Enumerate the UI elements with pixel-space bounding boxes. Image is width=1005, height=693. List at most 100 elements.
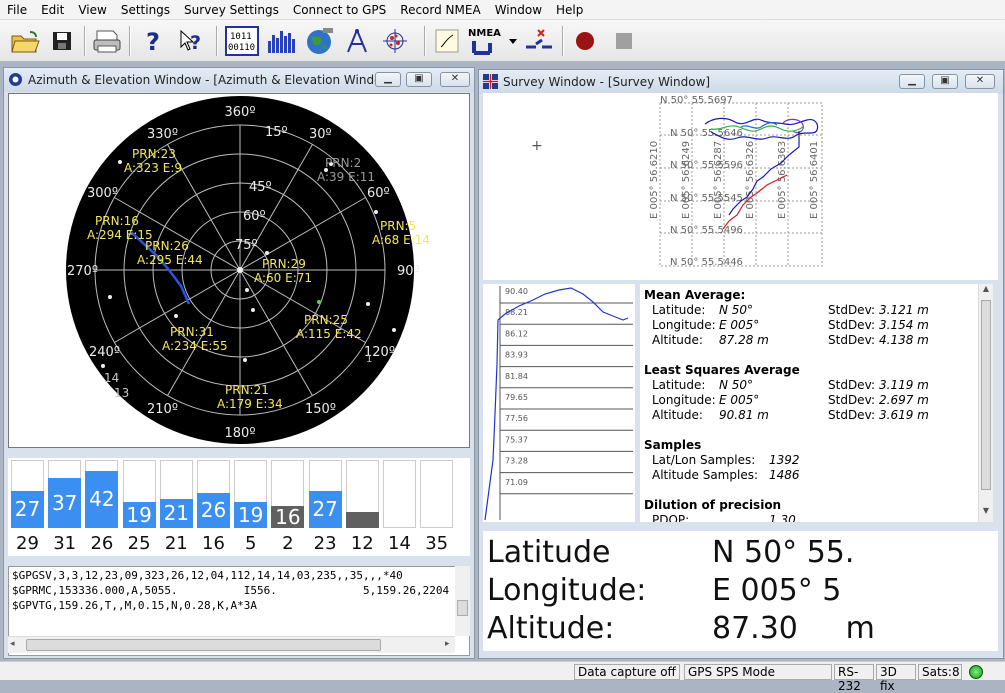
satellite-prn-label: PRN:23 [132, 147, 176, 161]
least-squares-heading: Least Squares Average [644, 363, 800, 377]
azimuth-window-icon [9, 73, 22, 86]
az-label-30: 30º [309, 127, 332, 142]
big-altitude-label: Altitude: [487, 611, 615, 646]
scroll-left-icon[interactable]: ◂ [10, 639, 20, 651]
lon-grid-label: E 005° 56.6326 [745, 141, 756, 219]
satellite-az-el-label: A:68 E:14 [372, 233, 430, 247]
open-folder-icon[interactable] [8, 24, 42, 58]
stop-button[interactable] [607, 24, 641, 58]
mean-lon-value: E 005° [719, 318, 760, 332]
svg-text:?: ? [190, 32, 201, 54]
scroll-up-icon[interactable]: ▲ [979, 284, 993, 298]
ls-lat-label: Latitude: [652, 378, 706, 392]
altitude-tick-label: 83.93 [505, 351, 528, 360]
azimuth-window-title: Azimuth & Elevation Window - [Azimuth & … [28, 73, 396, 87]
sky-plot: 360º 90º 180º 270º 15º 30º 60º 120º 150º… [8, 93, 470, 448]
el-label-60: 60º [243, 209, 266, 224]
satellite-prn-label: PRN:16 [95, 214, 139, 228]
stats-scroll-thumb[interactable] [981, 300, 991, 490]
scroll-right-icon[interactable]: ▸ [445, 639, 455, 651]
el-label-75: 75º [235, 238, 258, 253]
az-label-240: 240º [89, 345, 120, 360]
satellite-az-el-label: A:115 E:42 [296, 327, 362, 341]
az-label-270: 270º [67, 264, 98, 279]
target-plot-icon[interactable] [378, 24, 412, 58]
globe-satellite-icon[interactable] [302, 24, 336, 58]
satellite-az-el-label: A:295 E:44 [137, 253, 203, 267]
el-label-45: 45º [249, 180, 272, 195]
ls-alt-stddev: 3.619 m [879, 408, 929, 422]
fix-indicator-icon [969, 665, 983, 679]
record-button[interactable] [568, 24, 602, 58]
snr-prn-label: 21 [164, 533, 188, 554]
mean-alt-value: 87.28 m [719, 333, 769, 347]
status-sats: Sats:8 [918, 664, 962, 680]
lon-grid-label: E 005° 56.6363 [777, 141, 788, 219]
scroll-down-icon[interactable]: ▼ [979, 506, 993, 520]
nmea-vertical-scrollbar[interactable] [455, 566, 470, 636]
az-label-300: 300º [87, 186, 118, 201]
menu-edit[interactable]: Edit [34, 0, 71, 20]
big-longitude-value: E 005° 5 [712, 573, 842, 608]
signal-bars-icon[interactable] [264, 24, 298, 58]
survey-close-button[interactable]: ✕ [965, 74, 995, 89]
compass-tool-icon[interactable] [340, 24, 374, 58]
snr-bar: 42 [85, 471, 119, 528]
binary-data-icon[interactable]: 1011 00110 [224, 24, 260, 58]
mean-lat-stddev: 3.121 m [879, 303, 929, 317]
az-label-15: 15º [265, 125, 288, 140]
menu-connect-to-gps[interactable]: Connect to GPS [286, 0, 393, 20]
lon-grid-label: E 005° 56.6210 [649, 141, 660, 219]
snr-bar: 16 [271, 506, 305, 528]
az-label-330: 330º [147, 127, 178, 142]
altitude-samples-label: Altitude Samples: [652, 468, 758, 482]
nmea-connect-button[interactable]: NMEA [466, 24, 508, 58]
status-gps-mode: GPS SPS Mode [684, 664, 832, 680]
altitude-samples-value: 1486 [769, 468, 800, 482]
snr-bar: 37 [48, 478, 82, 528]
snr-bar: 19 [122, 502, 156, 528]
pen-tool-icon[interactable] [430, 24, 464, 58]
nmea-horizontal-scrollbar[interactable]: ◂ ▸ [8, 636, 455, 653]
survey-restore-button[interactable]: ▣ [932, 74, 958, 89]
stats-scrollbar[interactable]: ▲ ▼ [978, 284, 993, 522]
menu-file[interactable]: File [0, 0, 34, 20]
snr-prn-label: 12 [350, 533, 374, 554]
big-longitude-label: Longitude: [487, 573, 647, 608]
nmea-vscroll-thumb[interactable] [457, 600, 468, 616]
dropdown-arrow-icon[interactable] [506, 24, 520, 58]
minimize-button[interactable]: ▁ [375, 72, 401, 87]
disconnect-icon[interactable] [522, 24, 556, 58]
snr-bar: 21 [159, 499, 193, 528]
menu-window[interactable]: Window [488, 0, 549, 20]
context-help-icon[interactable]: ? [174, 24, 208, 58]
latlon-samples-label: Lat/Lon Samples: [652, 453, 756, 467]
nmea-scroll-thumb[interactable] [26, 639, 381, 651]
menu-survey-settings[interactable]: Survey Settings [177, 0, 286, 20]
dop-heading: Dilution of precision [644, 498, 782, 512]
save-icon[interactable] [45, 24, 79, 58]
help-icon[interactable]: ? [136, 24, 170, 58]
azimuth-window-titlebar[interactable]: Azimuth & Elevation Window - [Azimuth & … [4, 68, 474, 92]
ls-alt-label: Altitude: [652, 408, 703, 422]
satellite-prn-label: PRN:2 [325, 156, 361, 170]
mean-alt-label: Altitude: [652, 333, 703, 347]
lon-grid-label: E 005° 56.6249 [681, 141, 692, 219]
big-latitude-value: N 50° 55. [712, 535, 855, 570]
snr-prn-label: 35 [425, 533, 449, 554]
print-icon[interactable] [90, 24, 124, 58]
mean-lon-stddev-label: StdDev: [828, 318, 876, 332]
restore-button[interactable]: ▣ [406, 72, 432, 87]
survey-window-title: Survey Window - [Survey Window] [503, 75, 711, 89]
satellite-prn-label: PRN:25 [304, 313, 348, 327]
survey-minimize-button[interactable]: ▁ [899, 74, 925, 89]
close-button[interactable]: ✕ [440, 72, 470, 87]
big-latitude-label: Latitude [487, 535, 611, 570]
snr-bar: 19 [234, 502, 268, 528]
az-label-210: 210º [147, 402, 178, 417]
menu-view[interactable]: View [71, 0, 113, 20]
menu-record-nmea[interactable]: Record NMEA [393, 0, 487, 20]
menu-settings[interactable]: Settings [114, 0, 177, 20]
menu-help[interactable]: Help [549, 0, 590, 20]
pdop-label: PDOP: [652, 513, 690, 522]
